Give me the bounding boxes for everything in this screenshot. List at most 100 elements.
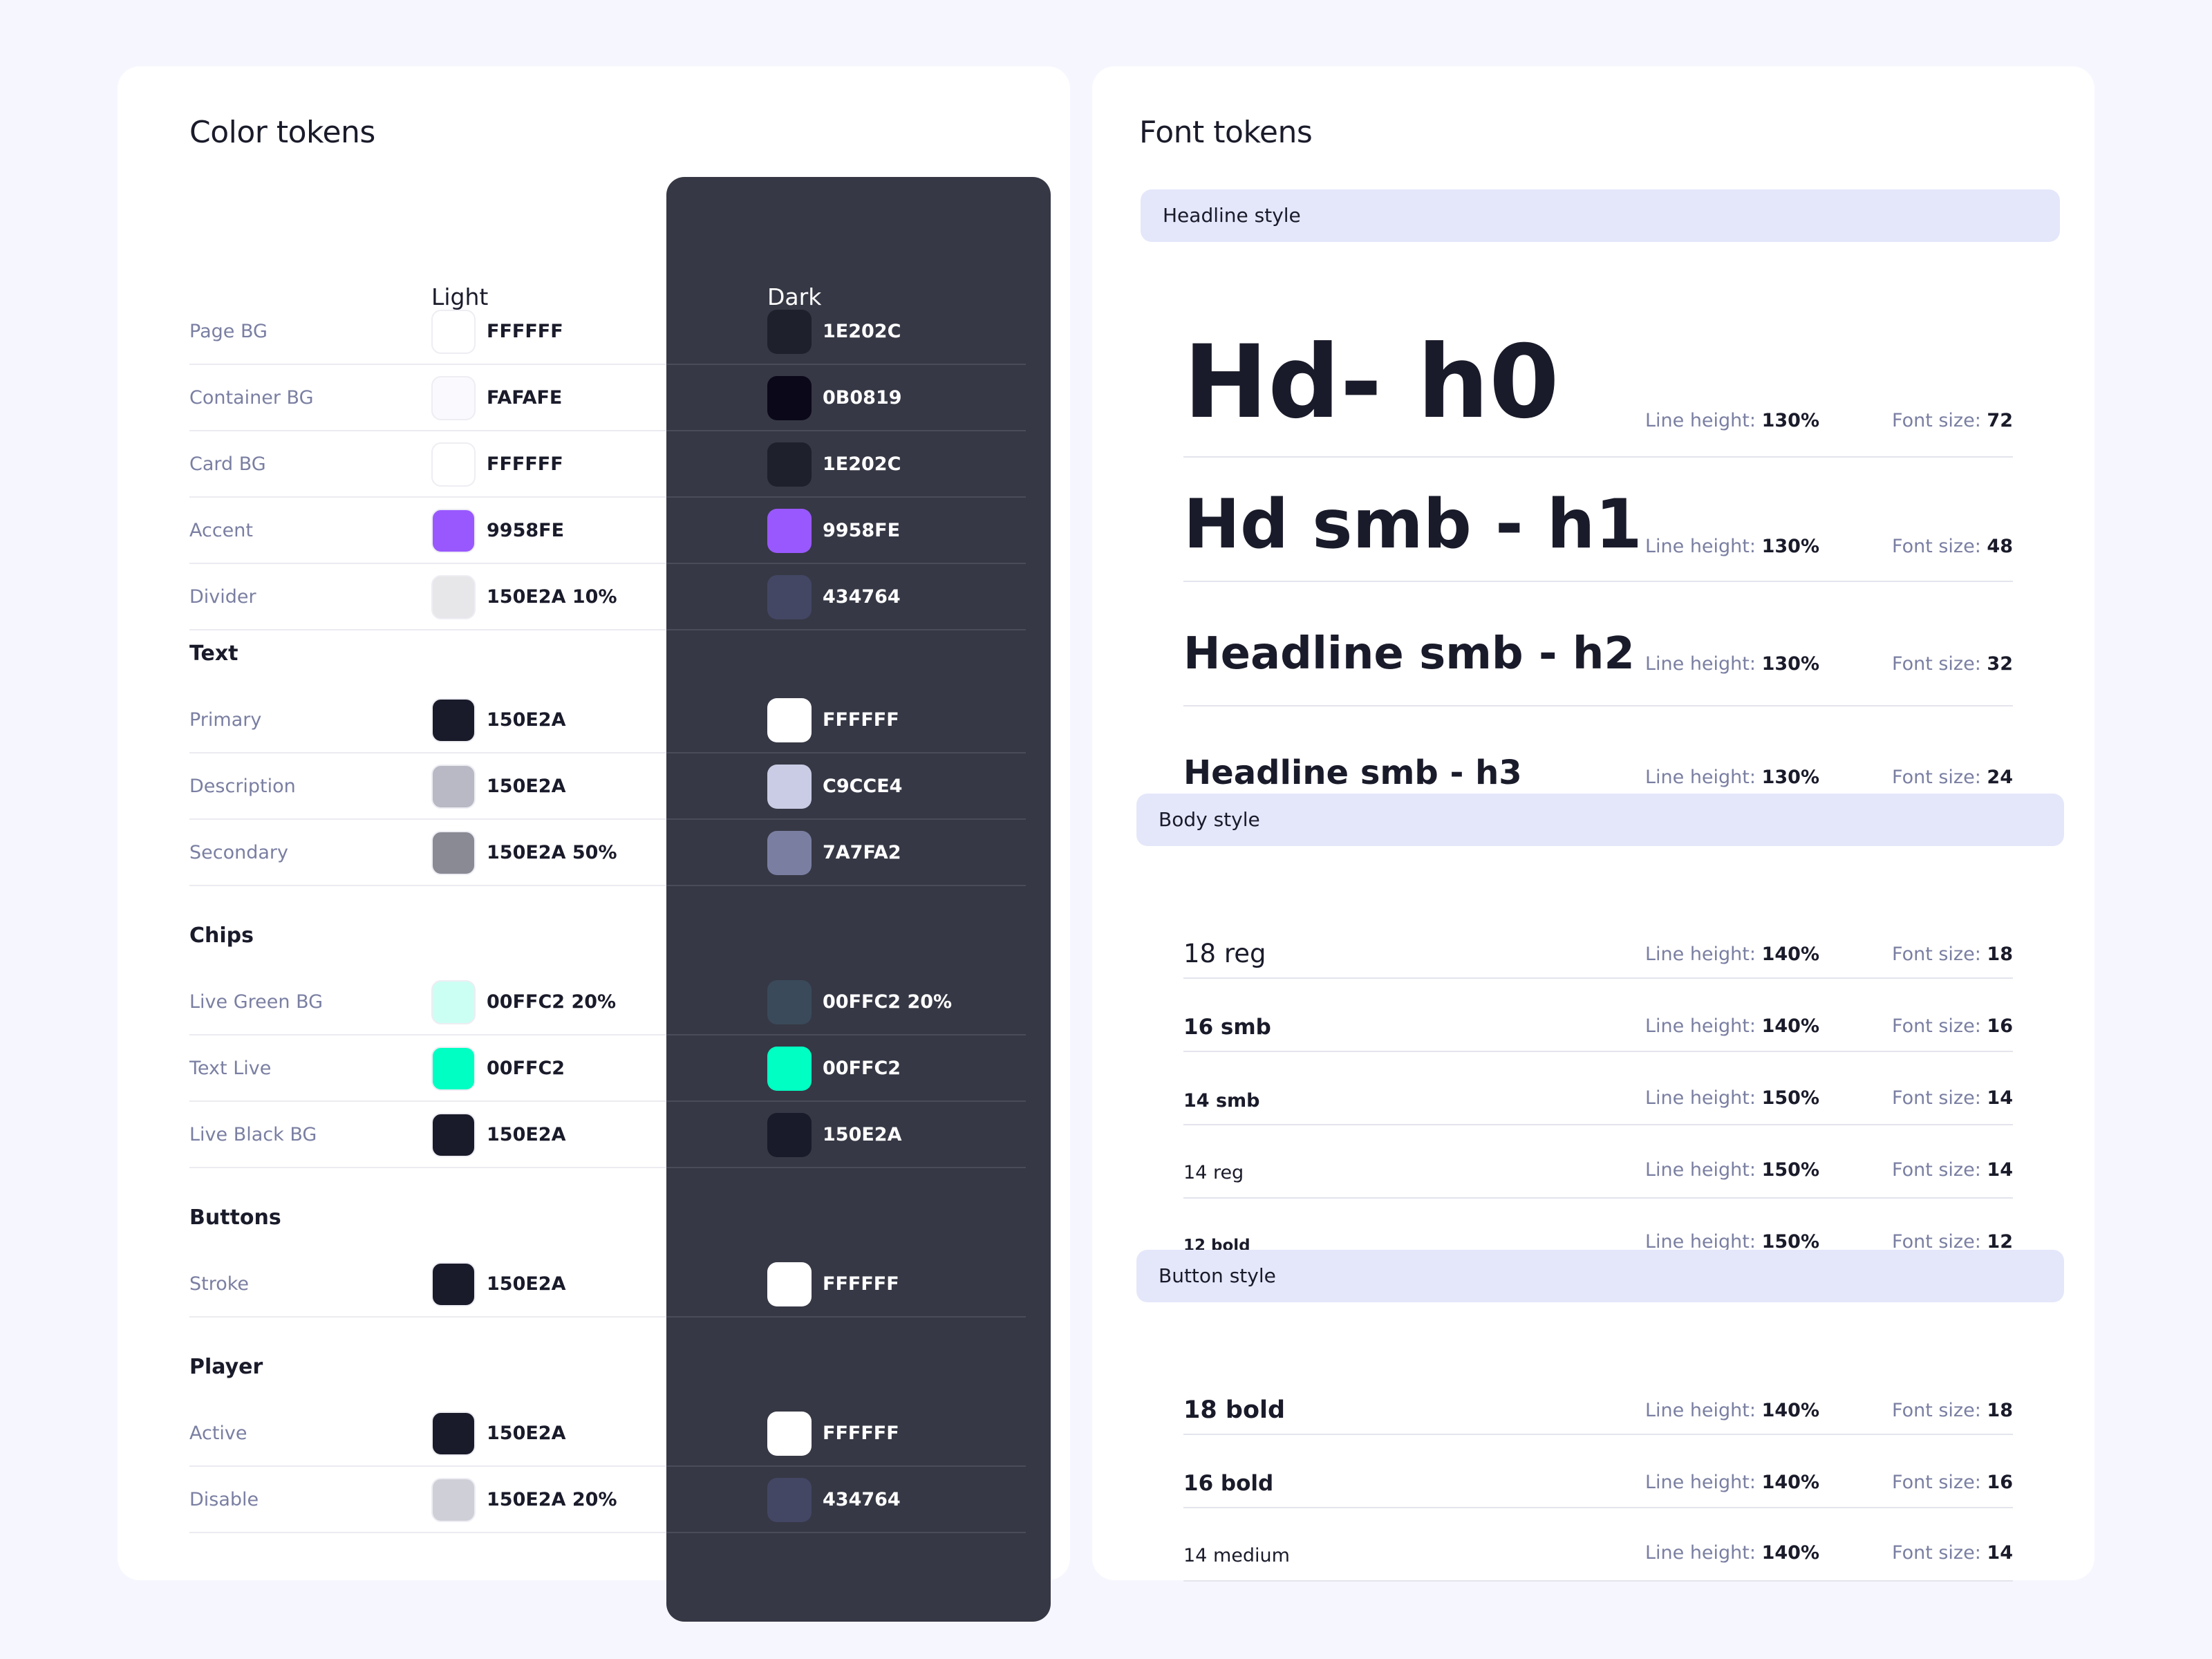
- line-height-label: Line height:: [1644, 1542, 1756, 1564]
- dark-hex-value: C9CCE4: [823, 776, 903, 797]
- light-hex-value: 00FFC2: [487, 1058, 565, 1079]
- light-hex-value: 150E2A 10%: [487, 586, 617, 608]
- light-hex-value: FFFFFF: [487, 321, 563, 342]
- token-name: Live Black BG: [189, 1124, 317, 1145]
- token-name: Live Green BG: [189, 991, 324, 1013]
- buttons-section-label: Buttons: [189, 1206, 281, 1230]
- dark-color-swatch: [767, 1412, 812, 1456]
- light-color-swatch: [431, 575, 476, 619]
- row-divider: [189, 1316, 666, 1318]
- token-name: Divider: [189, 586, 256, 608]
- token-name: Accent: [189, 520, 253, 541]
- token-name: Disable: [189, 1489, 259, 1510]
- dark-color-swatch: [767, 1478, 812, 1522]
- dark-color-swatch: [767, 310, 812, 354]
- row-divider: [666, 1532, 1026, 1533]
- dark-hex-value: 150E2A: [823, 1124, 902, 1145]
- token-name: Active: [189, 1423, 247, 1444]
- light-color-swatch: [431, 1113, 476, 1157]
- color-token-row: Live Green BG 00FFC2 20% 00FFC2 20%: [189, 969, 1033, 1035]
- row-divider: [666, 885, 1026, 886]
- color-token-row: Card BG FFFFFF 1E202C: [189, 431, 1033, 498]
- dark-color-swatch: [767, 1113, 812, 1157]
- font-tokens-card: Font tokens Headline style Hd- h0 Line he…: [1092, 66, 2094, 1582]
- player-section-label: Player: [189, 1355, 263, 1379]
- color-token-row: Page BG FFFFFF 1E202C: [189, 299, 1033, 365]
- light-color-swatch: [431, 698, 476, 742]
- light-hex-value: 9958FE: [487, 520, 565, 541]
- token-name: Page BG: [189, 321, 268, 342]
- chips-section-label: Chips: [189, 924, 254, 948]
- light-color-swatch: [431, 376, 476, 420]
- dark-color-swatch: [767, 1262, 812, 1306]
- color-tokens-title: Color tokens: [189, 115, 375, 150]
- color-token-row: Primary 150E2A FFFFFF: [189, 687, 1033, 753]
- color-tokens-card: Color tokens Light Dark Page BG FFFFFF 1E2…: [118, 66, 1070, 1622]
- token-name: Container BG: [189, 387, 314, 409]
- row-divider: [1183, 1580, 2013, 1582]
- light-color-swatch: [431, 310, 476, 354]
- light-color-swatch: [431, 831, 476, 875]
- dark-hex-value: 00FFC2: [823, 1058, 901, 1079]
- color-token-row: Stroke 150E2A FFFFFF: [189, 1251, 1033, 1318]
- dark-hex-value: 1E202C: [823, 321, 901, 342]
- row-divider: [189, 1167, 666, 1168]
- row-divider: [189, 1532, 666, 1533]
- color-token-row: Secondary 150E2A 50% 7A7FA2: [189, 820, 1033, 886]
- light-color-swatch: [431, 1262, 476, 1306]
- dark-hex-value: 00FFC2 20%: [823, 991, 953, 1013]
- token-name: Card BG: [189, 453, 266, 475]
- token-name: Text Live: [189, 1058, 272, 1079]
- light-color-swatch: [431, 765, 476, 809]
- row-divider: [666, 1316, 1026, 1318]
- light-hex-value: 150E2A: [487, 1124, 566, 1145]
- color-token-row: Live Black BG 150E2A 150E2A: [189, 1102, 1033, 1168]
- dark-hex-value: FFFFFF: [823, 709, 899, 731]
- light-hex-value: 150E2A: [487, 1423, 566, 1444]
- dark-color-swatch: [767, 765, 812, 809]
- token-name: Secondary: [189, 842, 288, 863]
- light-hex-value: 00FFC2 20%: [487, 991, 617, 1013]
- light-color-swatch: [431, 1478, 476, 1522]
- dark-color-swatch: [767, 1047, 812, 1091]
- font-sample: 14 medium: [1183, 1545, 1290, 1566]
- dark-color-swatch: [767, 831, 812, 875]
- light-color-swatch: [431, 1047, 476, 1091]
- dark-color-swatch: [767, 575, 812, 619]
- light-hex-value: 150E2A 20%: [487, 1489, 617, 1510]
- color-token-row: Text Live 00FFC2 00FFC2: [189, 1035, 1033, 1102]
- light-hex-value: FFFFFF: [487, 453, 563, 475]
- row-divider: [666, 629, 1026, 630]
- light-color-swatch: [431, 980, 476, 1024]
- color-token-row: Description 150E2A C9CCE4: [189, 753, 1033, 820]
- dark-hex-value: 434764: [823, 1489, 901, 1510]
- light-hex-value: 150E2A: [487, 709, 566, 731]
- light-hex-value: 150E2A: [487, 776, 566, 797]
- line-height-spec: Line height: 140%: [1645, 1542, 1819, 1564]
- dark-color-swatch: [767, 442, 812, 487]
- font-size-spec: Font size: 14: [1892, 1542, 2013, 1564]
- font-size-label: Font size:: [1892, 1542, 1981, 1564]
- dark-hex-value: 1E202C: [823, 453, 901, 475]
- token-name: Stroke: [189, 1273, 250, 1295]
- color-token-row: Disable 150E2A 20% 434764: [189, 1467, 1033, 1533]
- font-token-row: 14 medium Line height: 140% Font size: 14: [1183, 66, 2013, 1582]
- font-size-value: 14: [1987, 1542, 2013, 1564]
- dark-color-swatch: [767, 509, 812, 553]
- row-divider: [666, 1167, 1026, 1168]
- dark-hex-value: FFFFFF: [823, 1423, 899, 1444]
- token-name: Description: [189, 776, 296, 797]
- light-hex-value: 150E2A: [487, 1273, 566, 1295]
- text-section-label: Text: [189, 641, 238, 666]
- light-color-swatch: [431, 442, 476, 487]
- token-name: Primary: [189, 709, 262, 731]
- dark-color-swatch: [767, 376, 812, 420]
- light-hex-value: 150E2A 50%: [487, 842, 617, 863]
- color-token-row: Container BG FAFAFE 0B0819: [189, 365, 1033, 431]
- color-token-row: Divider 150E2A 10% 434764: [189, 564, 1033, 630]
- dark-color-swatch: [767, 698, 812, 742]
- dark-hex-value: 0B0819: [823, 387, 902, 409]
- dark-hex-value: 7A7FA2: [823, 842, 901, 863]
- light-color-swatch: [431, 1412, 476, 1456]
- color-token-row: Accent 9958FE 9958FE: [189, 498, 1033, 564]
